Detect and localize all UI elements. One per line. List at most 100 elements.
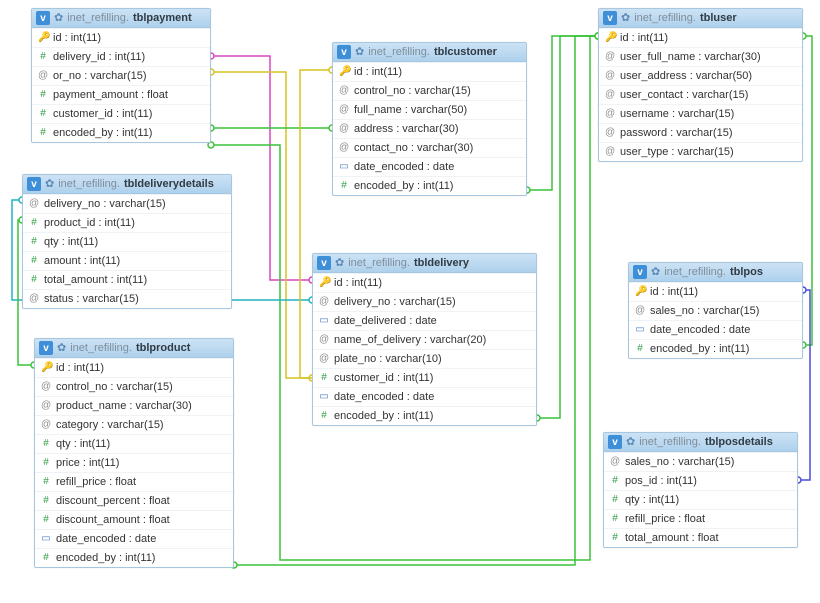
column-row[interactable]: @password : varchar(15) xyxy=(599,123,802,142)
column-row[interactable]: @delivery_no : varchar(15) xyxy=(313,292,536,311)
table-header[interactable]: v✿inet_refilling.tblposdetails xyxy=(604,433,797,452)
column-label: username : varchar(15) xyxy=(620,108,734,120)
table-header[interactable]: v✿inet_refilling.tblproduct xyxy=(35,339,233,358)
column-row[interactable]: @sales_no : varchar(15) xyxy=(604,452,797,471)
column-row[interactable]: @username : varchar(15) xyxy=(599,104,802,123)
gear-icon[interactable]: ✿ xyxy=(57,343,66,354)
column-row[interactable]: # refill_price : float xyxy=(35,472,233,491)
column-row[interactable]: @product_name : varchar(30) xyxy=(35,396,233,415)
column-row[interactable]: #discount_amount : float xyxy=(35,510,233,529)
column-row[interactable]: @user_type : varchar(15) xyxy=(599,142,802,161)
column-row[interactable]: @control_no : varchar(15) xyxy=(35,377,233,396)
num-icon: # xyxy=(41,477,51,487)
column-row[interactable]: @ user_address : varchar(50) xyxy=(599,66,802,85)
table-tblproduct[interactable]: v✿inet_refilling.tblproduct🔑id : int(11)… xyxy=(34,338,234,568)
column-row[interactable]: ▭date_encoded : date xyxy=(629,320,802,339)
column-row[interactable]: #customer_id : int(11) xyxy=(313,368,536,387)
column-row[interactable]: #total_amount : float xyxy=(604,528,797,547)
column-row[interactable]: 🔑id : int(11) xyxy=(629,282,802,301)
table-tbldeliverydetails[interactable]: v✿inet_refilling.tbldeliverydetails@deli… xyxy=(22,174,232,309)
relation-edge xyxy=(527,36,598,190)
table-header[interactable]: v✿inet_refilling.tbluser xyxy=(599,9,802,28)
table-tblpayment[interactable]: v✿inet_refilling.tblpayment🔑id : int(11)… xyxy=(31,8,211,143)
column-row[interactable]: #qty : int(11) xyxy=(35,434,233,453)
table-header[interactable]: v✿inet_refilling.tblpos xyxy=(629,263,802,282)
num-icon: # xyxy=(319,373,329,383)
str-icon: @ xyxy=(635,306,645,316)
column-row[interactable]: @contact_no : varchar(30) xyxy=(333,138,526,157)
column-row[interactable]: 🔑id : int(11) xyxy=(333,62,526,81)
column-row[interactable]: @name_of_delivery : varchar(20) xyxy=(313,330,536,349)
column-row[interactable]: #product_id : int(11) xyxy=(23,213,231,232)
column-row[interactable]: 🔑id : int(11) xyxy=(35,358,233,377)
str-icon: @ xyxy=(605,71,615,81)
num-icon: # xyxy=(635,344,645,354)
column-row[interactable]: @category : varchar(15) xyxy=(35,415,233,434)
column-row[interactable]: @delivery_no : varchar(15) xyxy=(23,194,231,213)
gear-icon[interactable]: ✿ xyxy=(355,47,364,58)
view-badge-icon: v xyxy=(633,265,647,279)
column-label: encoded_by : int(11) xyxy=(56,552,155,564)
table-tbluser[interactable]: v✿inet_refilling.tbluser🔑id : int(11)@us… xyxy=(598,8,803,162)
column-row[interactable]: @or_no : varchar(15) xyxy=(32,66,210,85)
num-icon: # xyxy=(41,439,51,449)
column-row[interactable]: #total_amount : int(11) xyxy=(23,270,231,289)
column-row[interactable]: 🔑id : int(11) xyxy=(32,28,210,47)
column-row[interactable]: @full_name : varchar(50) xyxy=(333,100,526,119)
column-row[interactable]: 🔑id : int(11) xyxy=(313,273,536,292)
column-row[interactable]: #pos_id : int(11) xyxy=(604,471,797,490)
column-row[interactable]: #refill_price : float xyxy=(604,509,797,528)
column-row[interactable]: #encoded_by : int(11) xyxy=(35,548,233,567)
table-header[interactable]: v✿inet_refilling.tbldelivery xyxy=(313,254,536,273)
column-row[interactable]: #encoded_by : int(11) xyxy=(32,123,210,142)
column-label: encoded_by : int(11) xyxy=(650,343,749,355)
dt-icon: ▭ xyxy=(635,325,645,335)
column-row[interactable]: #price : int(11) xyxy=(35,453,233,472)
table-tblcustomer[interactable]: v✿inet_refilling.tblcustomer🔑id : int(11… xyxy=(332,42,527,196)
column-row[interactable]: @plate_no : varchar(10) xyxy=(313,349,536,368)
table-tblpos[interactable]: v✿inet_refilling.tblpos🔑id : int(11)@sal… xyxy=(628,262,803,359)
gear-icon[interactable]: ✿ xyxy=(626,437,635,448)
table-header[interactable]: v✿inet_refilling.tblcustomer xyxy=(333,43,526,62)
column-row[interactable]: #encoded_by : int(11) xyxy=(333,176,526,195)
str-icon: @ xyxy=(605,90,615,100)
column-row[interactable]: @sales_no : varchar(15) xyxy=(629,301,802,320)
column-row[interactable]: #discount_percent : float xyxy=(35,491,233,510)
column-row[interactable]: #amount : int(11) xyxy=(23,251,231,270)
column-row[interactable]: @address : varchar(30) xyxy=(333,119,526,138)
column-row[interactable]: #encoded_by : int(11) xyxy=(313,406,536,425)
column-row[interactable]: @control_no : varchar(15) xyxy=(333,81,526,100)
table-name-label: tbldeliverydetails xyxy=(124,178,214,190)
column-row[interactable]: #qty : int(11) xyxy=(604,490,797,509)
column-row[interactable]: #qty : int(11) xyxy=(23,232,231,251)
gear-icon[interactable]: ✿ xyxy=(621,13,630,24)
str-icon: @ xyxy=(319,335,329,345)
gear-icon[interactable]: ✿ xyxy=(45,179,54,190)
column-row[interactable]: ▭date_encoded : date xyxy=(35,529,233,548)
column-row[interactable]: @status : varchar(15) xyxy=(23,289,231,308)
table-header[interactable]: v✿inet_refilling.tbldeliverydetails xyxy=(23,175,231,194)
table-tblposdetails[interactable]: v✿inet_refilling.tblposdetails@sales_no … xyxy=(603,432,798,548)
gear-icon[interactable]: ✿ xyxy=(335,258,344,269)
column-row[interactable]: ▭date_encoded : date xyxy=(313,387,536,406)
column-row[interactable]: #payment_amount : float xyxy=(32,85,210,104)
column-row[interactable]: @user_full_name : varchar(30) xyxy=(599,47,802,66)
column-label: refill_price : float xyxy=(56,476,136,488)
column-row[interactable]: #customer_id : int(11) xyxy=(32,104,210,123)
column-row[interactable]: 🔑id : int(11) xyxy=(599,28,802,47)
column-row[interactable]: ▭date_delivered : date xyxy=(313,311,536,330)
column-row[interactable]: @user_contact : varchar(15) xyxy=(599,85,802,104)
column-row[interactable]: ▭date_encoded : date xyxy=(333,157,526,176)
column-label: price : int(11) xyxy=(56,457,119,469)
table-tbldelivery[interactable]: v✿inet_refilling.tbldelivery🔑id : int(11… xyxy=(312,253,537,426)
column-row[interactable]: # encoded_by : int(11) xyxy=(629,339,802,358)
view-badge-icon: v xyxy=(317,256,331,270)
column-label: user_address : varchar(50) xyxy=(620,70,752,82)
column-label: id : int(11) xyxy=(620,32,668,44)
gear-icon[interactable]: ✿ xyxy=(54,13,63,24)
gear-icon[interactable]: ✿ xyxy=(651,267,660,278)
str-icon: @ xyxy=(610,457,620,467)
column-row[interactable]: #delivery_id : int(11) xyxy=(32,47,210,66)
table-header[interactable]: v✿inet_refilling.tblpayment xyxy=(32,9,210,28)
pk-icon: 🔑 xyxy=(339,67,349,77)
